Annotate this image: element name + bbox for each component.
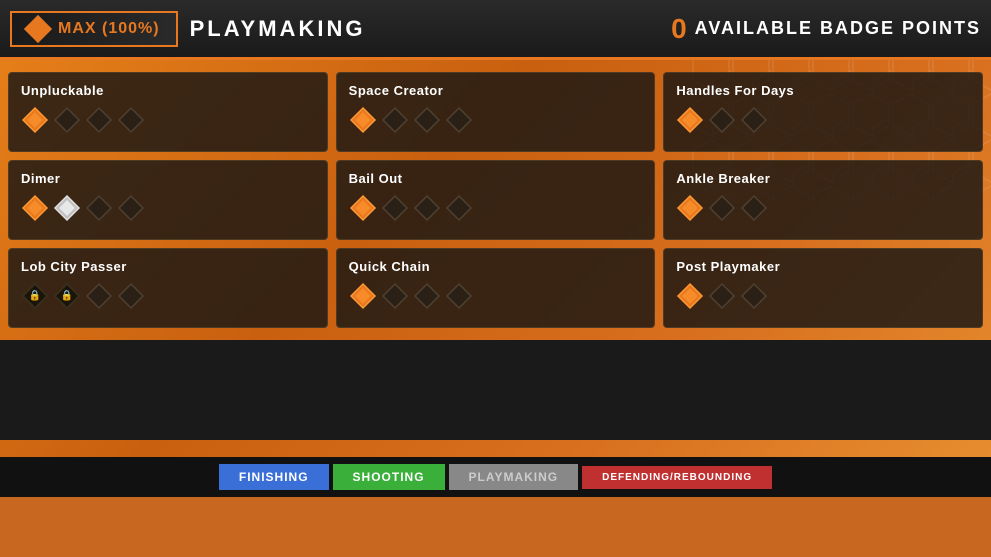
badge-diamond-gray [413,106,441,134]
nav-tab-defending[interactable]: DEFENDING/REBOUNDING [582,466,772,489]
badge-diamond-orange [349,106,377,134]
badge-diamond-gray [381,106,409,134]
badge-diamond-gray [708,194,736,222]
badge-count: 0 [671,13,687,45]
max-badge: MAX (100%) [10,11,178,47]
badge-diamond-gray [445,194,473,222]
badge-card[interactable]: Unpluckable [8,72,328,152]
badge-diamond-gray [445,282,473,310]
badge-card[interactable]: Handles For Days [663,72,983,152]
badge-icons-row [21,194,315,222]
badge-diamond-orange [21,194,49,222]
badge-diamond-gray [381,194,409,222]
badge-icons-row: 🔒 🔒 [21,282,315,310]
header-diamond-icon [24,14,52,42]
badge-name: Bail Out [349,171,643,186]
badge-diamond-orange [676,194,704,222]
badge-card[interactable]: Bail Out [336,160,656,240]
badge-name: Lob City Passer [21,259,315,274]
badge-grid: Unpluckable Space Creator Handles [8,72,983,328]
nav-tab-shooting[interactable]: SHOOTING [333,464,445,490]
bottom-navigation: FINISHINGSHOOTINGPLAYMAKINGDEFENDING/REB… [0,457,991,497]
badge-diamond-gray [85,282,113,310]
badge-card[interactable]: Ankle Breaker [663,160,983,240]
max-label: MAX (100%) [58,20,160,38]
nav-tab-playmaking[interactable]: PLAYMAKING [449,464,579,490]
badge-diamond-gray [413,282,441,310]
badge-diamond-gray [708,282,736,310]
badge-diamond-gray [53,106,81,134]
badge-name: Post Playmaker [676,259,970,274]
badge-card[interactable]: Lob City Passer 🔒 🔒 [8,248,328,328]
badge-diamond-gray [445,106,473,134]
badge-points-label: AVAILABLE BADGE POINTS [695,18,981,39]
badge-diamond-silver [53,194,81,222]
badge-points-area: 0 AVAILABLE BADGE POINTS [671,13,981,45]
badge-icons-row [349,282,643,310]
badge-diamond-gray [117,194,145,222]
badge-name: Unpluckable [21,83,315,98]
badge-diamond-gray [117,106,145,134]
badge-diamond-orange [676,282,704,310]
badge-diamond-locked: 🔒 [21,282,49,310]
badge-diamond-orange [349,282,377,310]
badge-icons-row [676,106,970,134]
badge-diamond-gray [413,194,441,222]
badge-icons-row [349,194,643,222]
badge-card[interactable]: Quick Chain [336,248,656,328]
badge-diamond-gray [740,282,768,310]
category-title: PLAYMAKING [190,16,366,42]
badge-diamond-gray [117,282,145,310]
badge-icons-row [349,106,643,134]
badge-card[interactable]: Space Creator [336,72,656,152]
badge-icons-row [676,194,970,222]
badge-name: Quick Chain [349,259,643,274]
badge-diamond-gray [740,194,768,222]
badge-diamond-gray [381,282,409,310]
badge-diamond-locked: 🔒 [53,282,81,310]
header-bar: MAX (100%) PLAYMAKING 0 AVAILABLE BADGE … [0,0,991,60]
badge-diamond-gray [85,106,113,134]
badge-diamond-gray [740,106,768,134]
nav-tab-finishing[interactable]: FINISHING [219,464,329,490]
badge-card[interactable]: Dimer [8,160,328,240]
badge-diamond-orange [21,106,49,134]
badge-name: Dimer [21,171,315,186]
badge-diamond-orange [676,106,704,134]
badge-name: Space Creator [349,83,643,98]
bottom-dark-area [0,340,991,440]
badge-diamond-orange [349,194,377,222]
badge-icons-row [21,106,315,134]
badge-diamond-gray [708,106,736,134]
badge-card[interactable]: Post Playmaker [663,248,983,328]
badge-name: Handles For Days [676,83,970,98]
badge-icons-row [676,282,970,310]
badge-diamond-gray [85,194,113,222]
badge-name: Ankle Breaker [676,171,970,186]
main-wrapper: MAX (100%) PLAYMAKING 0 AVAILABLE BADGE … [0,0,991,497]
